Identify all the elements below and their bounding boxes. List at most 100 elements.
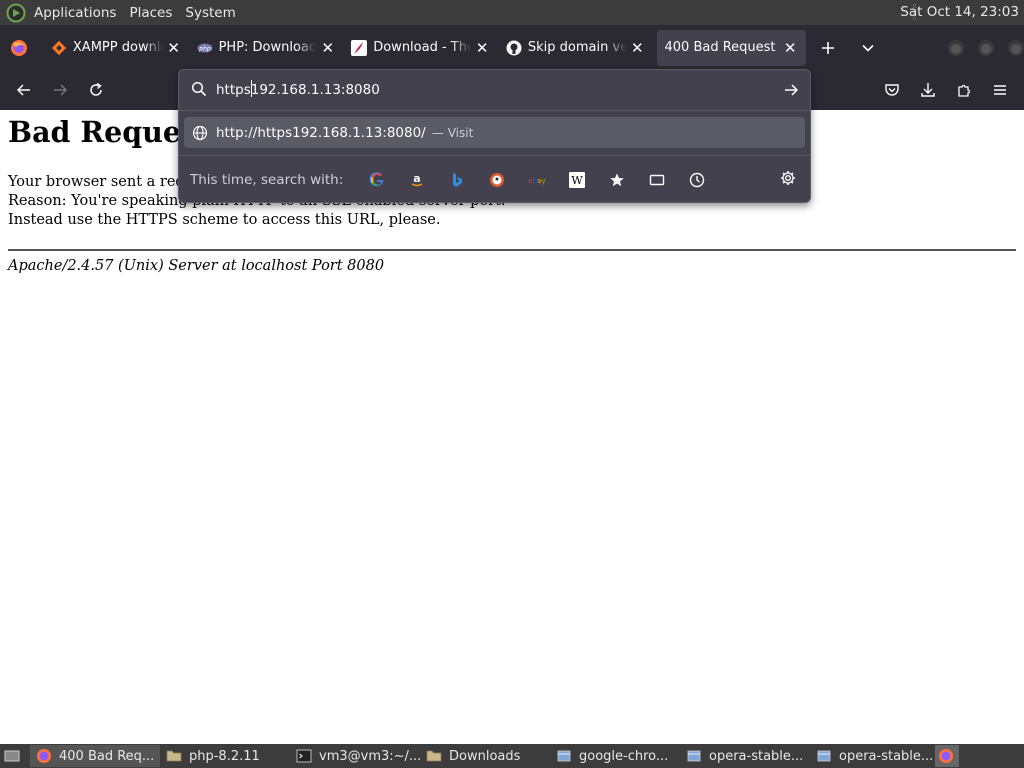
- tabs-icon: [650, 174, 665, 185]
- search-engine-ebay[interactable]: ebay: [517, 164, 557, 196]
- tab-xampp[interactable]: XAMPP downloa ✕: [43, 30, 189, 66]
- menu-system[interactable]: System: [185, 5, 244, 21]
- search-icon: [191, 81, 207, 97]
- minimize-button[interactable]: [948, 39, 964, 56]
- gear-icon: [781, 171, 795, 185]
- svg-text:ebay: ebay: [529, 177, 546, 185]
- close-tab-icon[interactable]: ✕: [167, 40, 181, 56]
- reload-button[interactable]: [82, 76, 110, 104]
- distro-logo-icon[interactable]: [6, 3, 26, 23]
- tab-bad-request[interactable]: 400 Bad Request ✕: [656, 29, 807, 66]
- firefox-icon: [10, 39, 27, 56]
- package-icon: [687, 750, 701, 762]
- tab-php[interactable]: php PHP: Downloads ✕: [189, 30, 344, 66]
- app-menu-button[interactable]: [986, 76, 1014, 104]
- taskbar-item-google-chrome[interactable]: google-chro...: [550, 745, 680, 767]
- taskbar-item-opera-stable-2[interactable]: opera-stable...: [810, 745, 935, 767]
- search-settings-button[interactable]: [774, 164, 802, 192]
- search-engine-bing[interactable]: [437, 164, 477, 196]
- php-icon: php: [197, 43, 213, 52]
- menu-applications[interactable]: Applications: [34, 5, 125, 21]
- hamburger-menu-icon: [994, 85, 1006, 95]
- github-icon: [506, 40, 522, 55]
- close-tab-icon[interactable]: ✕: [320, 40, 335, 56]
- terminal-icon: [296, 749, 312, 763]
- close-tab-icon[interactable]: ✕: [630, 40, 644, 56]
- arrow-right-icon: [54, 84, 68, 96]
- divider: [8, 249, 1016, 251]
- result-action: Visit: [447, 125, 474, 140]
- extensions-button[interactable]: [950, 76, 978, 104]
- workspace-switcher[interactable]: [935, 745, 959, 767]
- chevron-down-icon: [862, 44, 874, 52]
- search-history[interactable]: [677, 164, 717, 196]
- downloads-button[interactable]: [914, 76, 942, 104]
- search-bookmarks[interactable]: [597, 164, 637, 196]
- search-engine-wikipedia[interactable]: W: [557, 164, 597, 196]
- folder-icon: [426, 750, 442, 762]
- package-icon: [817, 750, 831, 762]
- maximize-button[interactable]: [978, 39, 994, 56]
- page-content: Bad Request Your browser sent a request …: [0, 110, 1024, 744]
- tab-strip: XAMPP downloa ✕ php PHP: Downloads ✕ Dow…: [0, 25, 1024, 70]
- search-oneoffs: This time, search with: a ebay W: [179, 156, 810, 203]
- history-icon: [690, 172, 705, 187]
- new-tab-button[interactable]: [812, 32, 844, 64]
- forward-button[interactable]: [46, 76, 74, 104]
- list-all-tabs-button[interactable]: [852, 32, 884, 64]
- taskbar: 400 Bad Req... php-8.2.11 vm3@vm3:~/... …: [0, 744, 1024, 768]
- top-panel: Applications Places System Sat Oct 14, 2…: [0, 0, 1024, 25]
- urlbar-result-visit[interactable]: http://https192.168.1.13:8080/ — Visit: [184, 117, 805, 148]
- bing-icon: [453, 172, 463, 187]
- google-icon: [369, 171, 384, 186]
- back-button[interactable]: [10, 76, 38, 104]
- taskbar-item-terminal[interactable]: vm3@vm3:~/...: [290, 745, 420, 767]
- amazon-icon: a: [411, 172, 423, 186]
- show-desktop-button[interactable]: [0, 745, 30, 767]
- svg-text:php: php: [198, 45, 211, 52]
- taskbar-item-opera-stable-1[interactable]: opera-stable...: [680, 745, 810, 767]
- plus-icon: [822, 41, 835, 54]
- tab-apache-download[interactable]: Download - The ✕: [343, 30, 498, 66]
- svg-text:W: W: [572, 174, 584, 187]
- close-tab-icon[interactable]: ✕: [782, 40, 798, 56]
- package-icon: [557, 750, 571, 762]
- menu-places[interactable]: Places: [129, 5, 181, 21]
- globe-icon: [192, 125, 208, 140]
- pocket-icon: [885, 84, 899, 96]
- search-engine-amazon[interactable]: a: [397, 164, 437, 196]
- taskbar-item-firefox[interactable]: 400 Bad Req...: [30, 745, 160, 767]
- search-engine-duckduckgo[interactable]: [477, 164, 517, 196]
- result-url: http://https192.168.1.13:8080/: [216, 124, 426, 141]
- urlbar-divider: [179, 110, 810, 111]
- oneoff-label: This time, search with:: [190, 171, 344, 188]
- search-tabs[interactable]: [637, 164, 677, 196]
- apache-feather-icon: [351, 39, 368, 56]
- search-engine-google[interactable]: [357, 164, 397, 196]
- duckduckgo-icon: [490, 172, 505, 187]
- url-input[interactable]: [216, 80, 776, 100]
- go-button[interactable]: [780, 79, 802, 101]
- svg-text:a: a: [414, 172, 421, 185]
- tab-github[interactable]: Skip domain veri ✕: [498, 30, 653, 66]
- close-window-button[interactable]: [1008, 39, 1024, 56]
- taskbar-item-php-folder[interactable]: php-8.2.11: [160, 745, 290, 767]
- wikipedia-icon: W: [569, 171, 586, 188]
- ebay-icon: ebay: [529, 177, 546, 185]
- pocket-button[interactable]: [878, 76, 906, 104]
- server-signature: Apache/2.4.57 (Unix) Server at localhost…: [8, 258, 385, 274]
- bookmarks-icon: [610, 173, 625, 186]
- text-cursor: [251, 80, 252, 97]
- firefox-view-button[interactable]: [0, 25, 38, 70]
- urlbar-input-row: [179, 70, 810, 110]
- folder-icon: [166, 750, 182, 762]
- reload-icon: [90, 82, 102, 96]
- close-tab-icon[interactable]: ✕: [475, 40, 490, 56]
- download-icon: [921, 83, 935, 97]
- clock[interactable]: Sat Oct 14, 23:03: [900, 4, 1019, 20]
- error-instruction-line: Instead use the HTTPS scheme to access t…: [8, 212, 441, 228]
- puzzle-icon: [958, 84, 971, 97]
- firefox-icon: [37, 749, 51, 763]
- desktop-icon: [4, 750, 20, 762]
- taskbar-item-downloads-folder[interactable]: Downloads: [420, 745, 550, 767]
